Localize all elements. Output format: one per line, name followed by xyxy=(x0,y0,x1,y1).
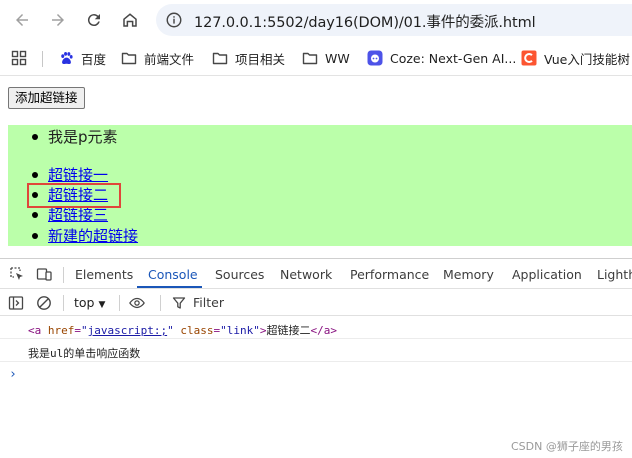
bullet xyxy=(32,212,38,218)
baidu-paw-icon xyxy=(58,50,74,66)
bookmark-label: Coze: Next-Gen AI... xyxy=(390,50,517,66)
tab-sources[interactable]: Sources xyxy=(215,267,264,282)
link-3[interactable]: 超链接三 xyxy=(48,205,108,225)
bookmark-ww[interactable]: WW xyxy=(302,48,350,68)
clear-console-icon[interactable] xyxy=(36,295,52,311)
console-prompt-icon[interactable]: › xyxy=(9,367,17,382)
toolbar-divider xyxy=(119,295,120,311)
filter-funnel-icon xyxy=(172,296,186,310)
highlight-box xyxy=(27,183,121,208)
attr-name: class xyxy=(180,324,214,337)
bullet xyxy=(32,233,38,239)
coze-icon xyxy=(367,50,383,66)
console-toolbar: top ▼ Filter xyxy=(0,290,632,316)
dropdown-triangle-icon: ▼ xyxy=(98,300,106,310)
tab-divider xyxy=(63,267,64,283)
sidebar-toggle-icon[interactable] xyxy=(8,295,24,311)
tab-memory[interactable]: Memory xyxy=(443,267,494,282)
devtools-panel: Elements Console Sources Network Perform… xyxy=(0,258,632,458)
attr-name: href xyxy=(47,324,75,337)
csdn-c-icon xyxy=(521,50,537,66)
folder-icon xyxy=(121,50,137,66)
console-log-element[interactable]: <a href="javascript:;" class="link">超链接二… xyxy=(0,317,632,339)
toolbar-divider xyxy=(63,295,64,311)
home-icon[interactable] xyxy=(118,8,142,32)
tab-console[interactable]: Console xyxy=(148,267,198,282)
bookmark-project-related[interactable]: 项目相关 xyxy=(212,48,285,68)
forward-arrow-icon[interactable] xyxy=(46,8,70,32)
url-text: 127.0.0.1:5502/day16(DOM)/01.事件的委派.html xyxy=(194,15,536,31)
bookmark-label: Vue入门技能树 xyxy=(544,51,630,67)
folder-icon xyxy=(212,50,228,66)
logged-element: <a href="javascript:;" class="link">超链接二… xyxy=(28,324,337,337)
link-1[interactable]: 超链接一 xyxy=(48,165,108,185)
context-value: top xyxy=(74,295,95,310)
bookmark-label: 前端文件 xyxy=(144,51,195,67)
tab-application[interactable]: Application xyxy=(512,267,582,282)
apps-grid-icon[interactable] xyxy=(11,48,27,68)
new-link[interactable]: 新建的超链接 xyxy=(48,226,138,246)
bookmark-baidu[interactable]: 百度 xyxy=(58,48,106,68)
bookmark-label: 项目相关 xyxy=(235,51,286,67)
page-viewport: 添加超链接 我是p元素 超链接一 超链接二 超链接三 新建的超链接 xyxy=(0,76,632,258)
active-tab-indicator xyxy=(137,286,202,288)
tab-lighthouse[interactable]: Lighth xyxy=(597,267,632,282)
attr-value[interactable]: javascript:; xyxy=(88,324,167,337)
bookmarks-bar: 百度 前端文件 项目相关 WW Coze: Next-Gen AI... Vue… xyxy=(0,40,632,76)
reload-icon[interactable] xyxy=(82,8,106,32)
tab-performance[interactable]: Performance xyxy=(350,267,429,282)
bookmark-frontend-files[interactable]: 前端文件 xyxy=(121,48,194,68)
toolbar-divider xyxy=(160,295,161,311)
tab-network[interactable]: Network xyxy=(280,267,332,282)
watermark: CSDN @狮子座的男孩 xyxy=(511,440,623,453)
console-output: <a href="javascript:;" class="link">超链接二… xyxy=(0,317,632,458)
device-toolbar-icon[interactable] xyxy=(36,266,52,282)
browser-toolbar: 127.0.0.1:5502/day16(DOM)/01.事件的委派.html xyxy=(0,0,632,40)
tag-close: </a> xyxy=(310,324,337,337)
bookmarks-divider xyxy=(42,51,43,67)
tab-elements[interactable]: Elements xyxy=(75,267,133,282)
tag-open: <a xyxy=(28,324,42,337)
site-info-icon[interactable] xyxy=(164,10,184,30)
context-selector[interactable]: top ▼ xyxy=(74,295,105,310)
add-link-button[interactable]: 添加超链接 xyxy=(8,87,85,109)
inspect-element-icon[interactable] xyxy=(9,266,25,282)
bookmark-label: 百度 xyxy=(81,51,107,67)
folder-icon xyxy=(302,50,318,66)
log-message-text: 我是ul的单击响应函数 xyxy=(28,347,141,360)
bullet xyxy=(32,134,38,140)
back-arrow-icon[interactable] xyxy=(10,8,34,32)
bookmark-label: WW xyxy=(325,50,350,66)
eye-icon[interactable] xyxy=(129,295,145,311)
devtools-tab-bar: Elements Console Sources Network Perform… xyxy=(0,259,632,289)
bookmark-coze[interactable]: Coze: Next-Gen AI... xyxy=(367,48,516,68)
console-log-message: 我是ul的单击响应函数 xyxy=(0,340,632,362)
bullet xyxy=(32,172,38,178)
element-text: 超链接二 xyxy=(266,324,311,337)
address-bar[interactable]: 127.0.0.1:5502/day16(DOM)/01.事件的委派.html xyxy=(156,4,632,36)
bookmark-vue-skill-tree[interactable]: Vue入门技能树 xyxy=(521,48,630,68)
attr-value: link xyxy=(226,324,254,337)
p-element-text: 我是p元素 xyxy=(48,128,118,146)
filter-input[interactable]: Filter xyxy=(172,295,224,310)
filter-placeholder: Filter xyxy=(193,295,224,310)
